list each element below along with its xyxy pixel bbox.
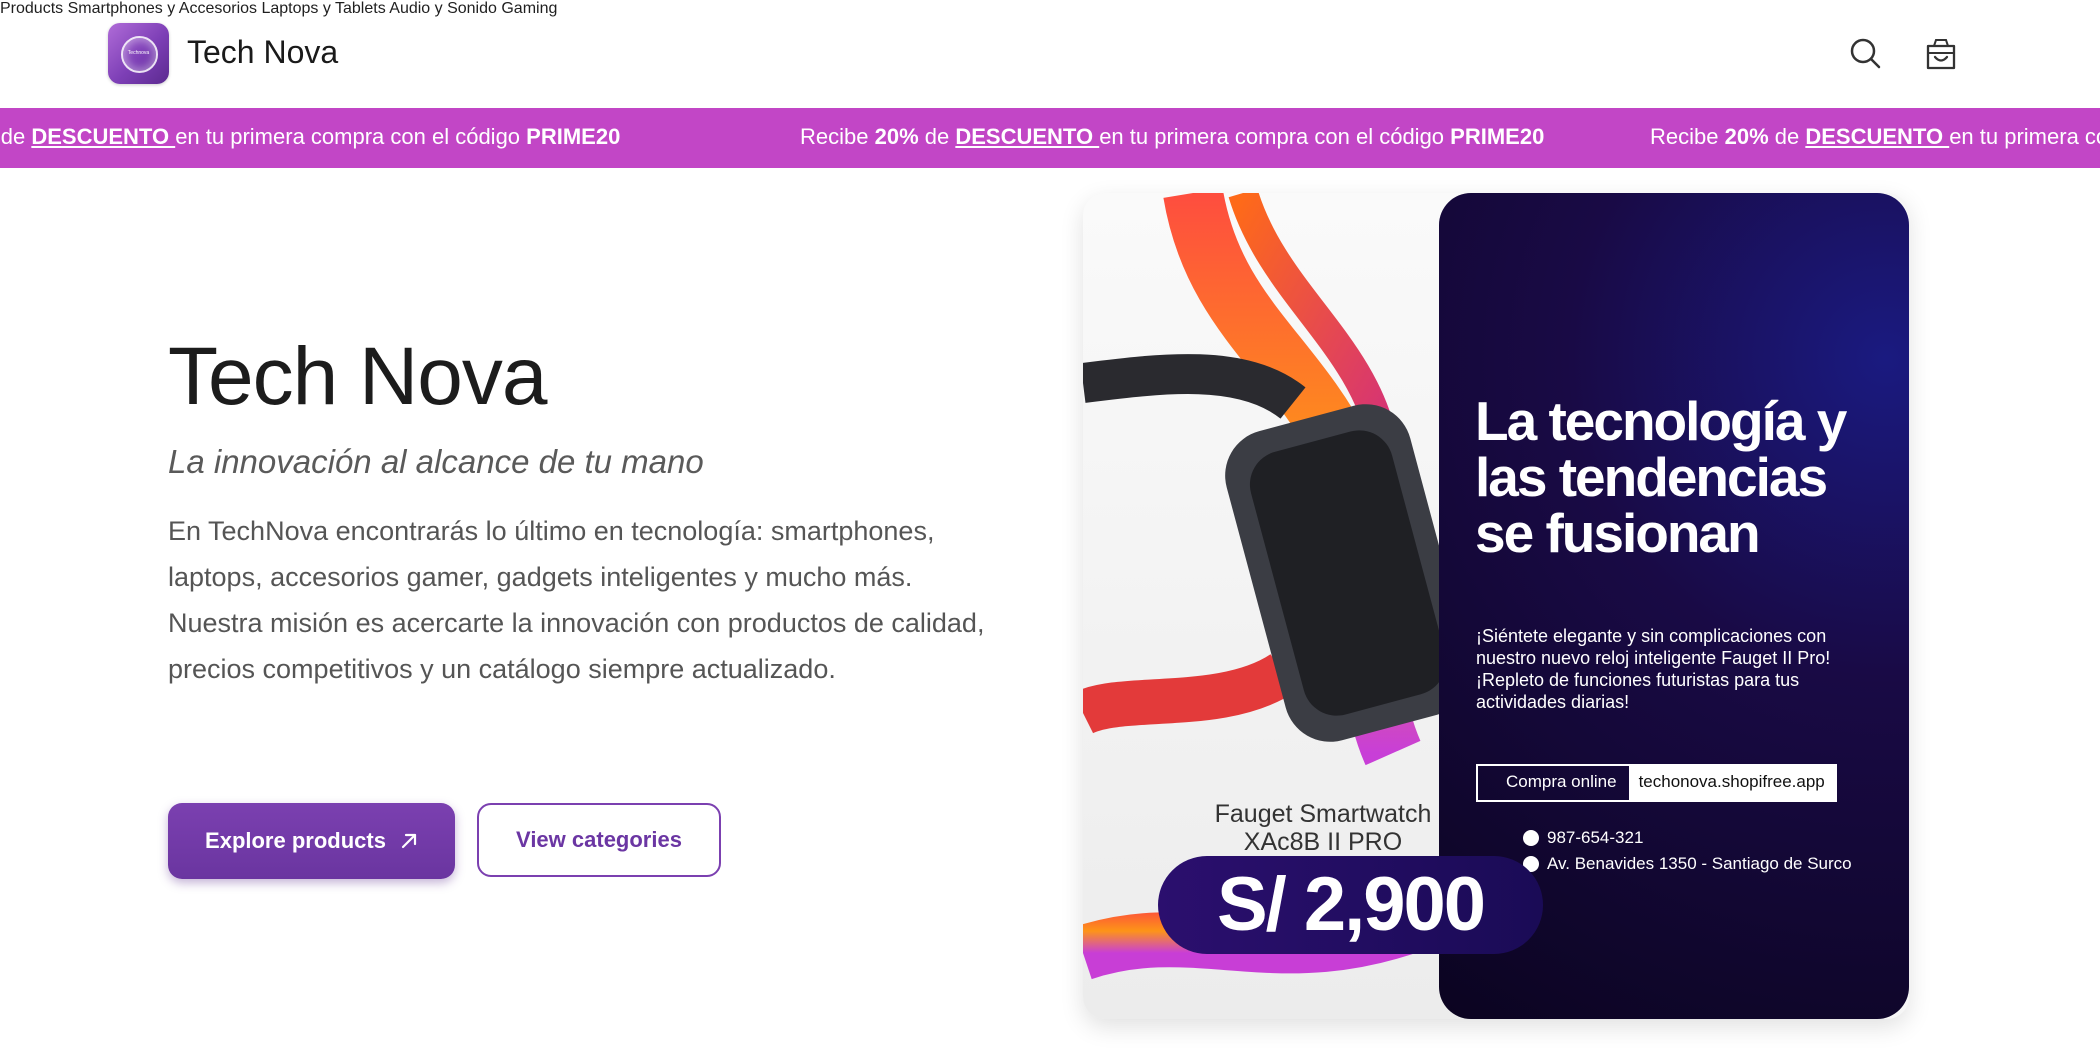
hero-subtitle: La innovación al alcance de tu mano bbox=[168, 443, 704, 480]
ad-price: S/ 2,900 bbox=[1158, 856, 1543, 954]
promo-message: Recibe 20% de DESCUENTO en tu primera co… bbox=[800, 124, 1544, 150]
ad-headline: La tecnología y las tendencias se fusion… bbox=[1475, 390, 1847, 564]
search-icon[interactable] bbox=[1846, 34, 1886, 74]
ad-cta-url: techonova.shopifree.app bbox=[1628, 766, 1835, 800]
promo-discount-link[interactable]: DESCUENTO bbox=[1805, 124, 1949, 149]
ad-address-text: Av. Benavides 1350 - Santiago de Surco bbox=[1547, 854, 1852, 873]
promo-message: Recibe 20% de DESCUENTO en tu primera co… bbox=[0, 124, 621, 150]
watch-strap-shape bbox=[1083, 354, 1306, 420]
promo-percent: 20% bbox=[874, 124, 919, 149]
promo-message: Recibe 20% de DESCUENTO en tu primera co… bbox=[1650, 124, 2100, 150]
ad-phone: 987-654-321 bbox=[1523, 828, 1643, 848]
promo-de: de bbox=[918, 124, 956, 149]
main-nav: Products Smartphones y Accesorios Laptop… bbox=[0, 0, 2100, 18]
promo-de: de bbox=[1768, 124, 1806, 149]
view-categories-button[interactable]: View categories bbox=[477, 803, 721, 877]
ad-product-name: Fauget Smartwatch XAc8B II PRO bbox=[1214, 800, 1432, 856]
arrow-up-right-icon bbox=[401, 833, 417, 849]
promo-code: PRIME20 bbox=[526, 124, 621, 149]
phone-icon bbox=[1523, 830, 1539, 846]
promo-code: PRIME20 bbox=[1450, 124, 1545, 149]
watch-strap-shape bbox=[1083, 653, 1296, 734]
promo-prefix: Recibe bbox=[1650, 124, 1725, 149]
explore-products-label: Explore products bbox=[205, 828, 386, 853]
promo-bar: Recibe 20% de DESCUENTO en tu primera co… bbox=[0, 108, 2100, 168]
nav-item-smartphones[interactable]: Smartphones y Accesorios bbox=[68, 0, 257, 17]
promo-percent: 20% bbox=[1724, 124, 1769, 149]
hero-ad-image: La tecnología y las tendencias se fusion… bbox=[1083, 193, 1909, 1019]
nav-item-laptops[interactable]: Laptops y Tablets bbox=[261, 0, 385, 17]
hero-title: Tech Nova bbox=[168, 331, 547, 422]
ad-cta-label: Compra online bbox=[1506, 772, 1617, 791]
promo-de: de bbox=[0, 124, 26, 149]
nav-item-audio[interactable]: Audio y Sonido bbox=[389, 0, 497, 17]
nav-item-products[interactable]: Products bbox=[0, 0, 63, 17]
site-header: Technova Tech Nova Products Smartphones … bbox=[0, 0, 2100, 108]
explore-products-button[interactable]: Explore products bbox=[168, 803, 455, 879]
brand-name[interactable]: Tech Nova bbox=[187, 34, 338, 71]
logo-icon[interactable]: Technova bbox=[108, 23, 169, 84]
hero-description: En TechNova encontrarás lo último en tec… bbox=[168, 516, 985, 684]
promo-prefix: Recibe bbox=[800, 124, 875, 149]
ad-body: ¡Siéntete elegante y sin complicaciones … bbox=[1476, 626, 1831, 712]
logo-text: Technova bbox=[127, 50, 150, 56]
ad-address: Av. Benavides 1350 - Santiago de Surco bbox=[1523, 854, 1852, 874]
ad-cta: Compra online techonova.shopifree.app bbox=[1476, 764, 1837, 802]
promo-middle: en tu primera compra con el código bbox=[1949, 124, 2100, 149]
promo-middle: en tu primera compra con el código bbox=[175, 124, 527, 149]
promo-discount-link[interactable]: DESCUENTO bbox=[955, 124, 1099, 149]
nav-item-gaming[interactable]: Gaming bbox=[501, 0, 557, 17]
promo-middle: en tu primera compra con el código bbox=[1099, 124, 1451, 149]
promo-discount-link[interactable]: DESCUENTO bbox=[31, 124, 175, 149]
ad-phone-text: 987-654-321 bbox=[1547, 828, 1644, 847]
shopping-bag-icon[interactable] bbox=[1921, 34, 1961, 74]
